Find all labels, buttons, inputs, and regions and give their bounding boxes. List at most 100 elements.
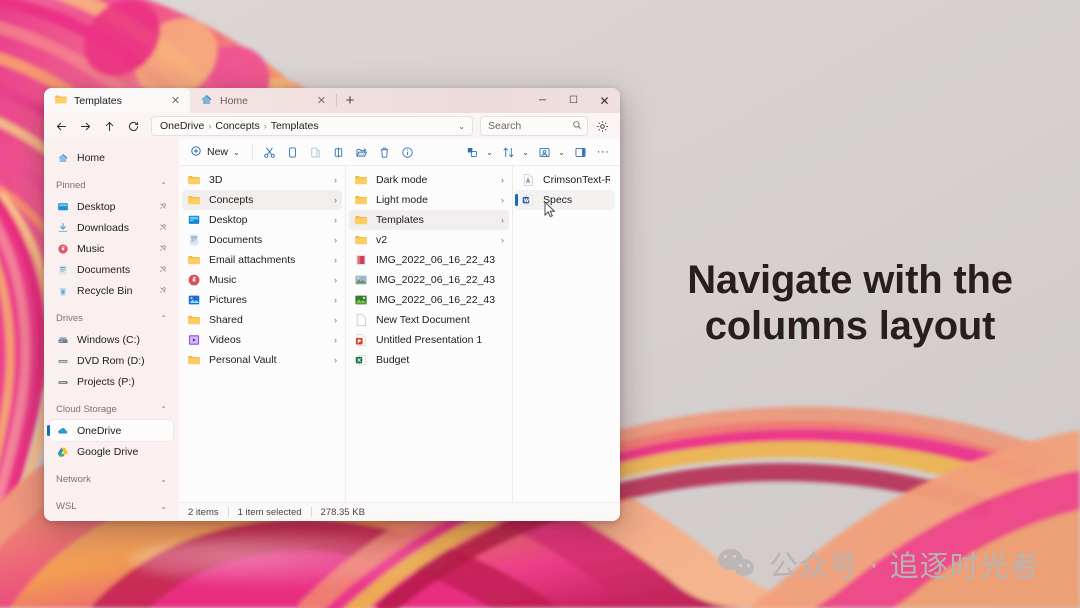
chevron-right-icon[interactable]: › [334, 355, 337, 365]
copy-icon[interactable] [282, 142, 304, 163]
sidebar-item-onedrive[interactable]: OneDrive [47, 420, 173, 441]
list-item[interactable]: Personal Vault › [182, 350, 342, 370]
share-icon[interactable] [351, 142, 373, 163]
delete-icon[interactable] [374, 142, 396, 163]
list-item[interactable]: Shared › [182, 310, 342, 330]
chevron-down-icon[interactable]: ⌄ [483, 148, 496, 157]
list-item[interactable]: Documents › [182, 230, 342, 250]
breadcrumb-concepts[interactable]: Concepts [215, 120, 259, 132]
pin-icon[interactable] [159, 202, 167, 212]
view-icon[interactable] [461, 142, 483, 163]
list-item[interactable]: Light mode › [349, 190, 509, 210]
chevron-right-icon[interactable]: › [334, 275, 337, 285]
list-item[interactable]: CrimsonText-Regular [516, 170, 615, 190]
chevron-down-icon[interactable]: ⌄ [458, 122, 467, 131]
up-arrow-icon[interactable] [98, 116, 121, 137]
list-item[interactable]: Videos › [182, 330, 342, 350]
sidebar-item-windows-c[interactable]: Windows (C:) [50, 329, 173, 350]
filter-icon[interactable] [533, 142, 555, 163]
chevron-down-icon[interactable]: ⌄ [233, 148, 240, 157]
list-item[interactable]: Specs [515, 190, 615, 210]
chevron-up-icon[interactable]: ⌃ [160, 181, 167, 190]
list-item[interactable]: IMG_2022_06_16_22_43 [349, 250, 509, 270]
filter-group[interactable]: ⌄ [533, 142, 568, 163]
chevron-right-icon[interactable]: › [334, 195, 337, 205]
chevron-down-icon[interactable]: ⌄ [555, 148, 568, 157]
list-item[interactable]: New Text Document [349, 310, 509, 330]
close-window-button[interactable]: ✕ [589, 88, 620, 113]
list-item[interactable]: Dark mode › [349, 170, 509, 190]
more-icon[interactable]: ··· [592, 142, 614, 163]
chevron-down-icon[interactable]: ⌄ [160, 475, 167, 484]
sidebar-item-dvd-rom-d[interactable]: DVD Rom (D:) [50, 350, 173, 371]
sidebar-group-drives[interactable]: Drives ⌃ [50, 308, 173, 328]
search-input[interactable]: Search [480, 116, 588, 136]
new-tab-button[interactable]: + [337, 88, 363, 113]
sidebar-item-desktop[interactable]: Desktop [50, 196, 173, 217]
chevron-right-icon[interactable]: › [501, 235, 504, 245]
chevron-up-icon[interactable]: ⌃ [160, 405, 167, 414]
chevron-right-icon[interactable]: › [501, 175, 504, 185]
refresh-icon[interactable] [122, 116, 145, 137]
list-item[interactable]: Pictures › [182, 290, 342, 310]
sidebar-item-recycle-bin[interactable]: Recycle Bin [50, 280, 173, 301]
breadcrumb-bar[interactable]: OneDrive › Concepts › Templates ⌄ [151, 116, 473, 136]
tab-templates[interactable]: Templates ✕ [44, 88, 190, 113]
sidebar-group-network[interactable]: Network ⌄ [50, 469, 173, 489]
list-item[interactable]: Concepts › [182, 190, 342, 210]
chevron-up-icon[interactable]: ⌃ [160, 314, 167, 323]
chevron-down-icon[interactable]: ⌄ [160, 502, 167, 511]
sidebar-item-home[interactable]: Home [50, 147, 173, 168]
gear-icon[interactable] [591, 116, 613, 137]
list-item[interactable]: Budget [349, 350, 509, 370]
chevron-right-icon[interactable]: › [334, 335, 337, 345]
chevron-right-icon[interactable]: › [334, 295, 337, 305]
close-icon[interactable]: ✕ [169, 94, 182, 107]
list-item[interactable]: 3D › [182, 170, 342, 190]
details-pane-icon[interactable] [569, 142, 591, 163]
close-icon[interactable]: ✕ [315, 94, 328, 107]
maximize-button[interactable]: ☐ [558, 88, 589, 113]
sidebar-group-cloud-storage[interactable]: Cloud Storage ⌃ [50, 399, 173, 419]
chevron-right-icon[interactable]: › [501, 215, 504, 225]
pin-icon[interactable] [159, 223, 167, 233]
chevron-right-icon[interactable]: › [334, 315, 337, 325]
sidebar-item-downloads[interactable]: Downloads [50, 217, 173, 238]
pin-icon[interactable] [159, 265, 167, 275]
minimize-button[interactable]: ─ [527, 88, 558, 113]
pin-icon[interactable] [159, 244, 167, 254]
breadcrumb-templates[interactable]: Templates [271, 120, 319, 132]
list-item[interactable]: v2 › [349, 230, 509, 250]
sort-group[interactable]: ⌄ [497, 142, 532, 163]
tab-home[interactable]: Home ✕ [190, 88, 336, 113]
list-item[interactable]: IMG_2022_06_16_22_43 [349, 290, 509, 310]
chevron-right-icon[interactable]: › [334, 175, 337, 185]
chevron-right-icon[interactable]: › [334, 255, 337, 265]
pin-icon[interactable] [159, 286, 167, 296]
chevron-right-icon[interactable]: › [334, 235, 337, 245]
breadcrumb-onedrive[interactable]: OneDrive [160, 120, 204, 132]
sidebar-item-music[interactable]: Music [50, 238, 173, 259]
list-item[interactable]: Desktop › [182, 210, 342, 230]
sidebar-group-pinned[interactable]: Pinned ⌃ [50, 175, 173, 195]
paste-icon[interactable] [305, 142, 327, 163]
forward-arrow-icon[interactable] [74, 116, 97, 137]
chevron-right-icon[interactable]: › [501, 195, 504, 205]
sidebar-item-projects-p[interactable]: Projects (P:) [50, 371, 173, 392]
cut-icon[interactable] [259, 142, 281, 163]
sidebar-item-google-drive[interactable]: Google Drive [50, 441, 173, 462]
rename-icon[interactable] [328, 142, 350, 163]
list-item[interactable]: Untitled Presentation 1 [349, 330, 509, 350]
list-item[interactable]: Templates › [349, 210, 509, 230]
back-arrow-icon[interactable] [50, 116, 73, 137]
list-item[interactable]: Music › [182, 270, 342, 290]
sort-icon[interactable] [497, 142, 519, 163]
properties-icon[interactable] [397, 142, 419, 163]
chevron-down-icon[interactable]: ⌄ [519, 148, 532, 157]
list-item[interactable]: IMG_2022_06_16_22_43 [349, 270, 509, 290]
chevron-right-icon[interactable]: › [334, 215, 337, 225]
view-group[interactable]: ⌄ [461, 142, 496, 163]
sidebar-group-wsl[interactable]: WSL ⌄ [50, 496, 173, 516]
new-button[interactable]: New ⌄ [184, 142, 246, 163]
sidebar-item-documents[interactable]: Documents [50, 259, 173, 280]
